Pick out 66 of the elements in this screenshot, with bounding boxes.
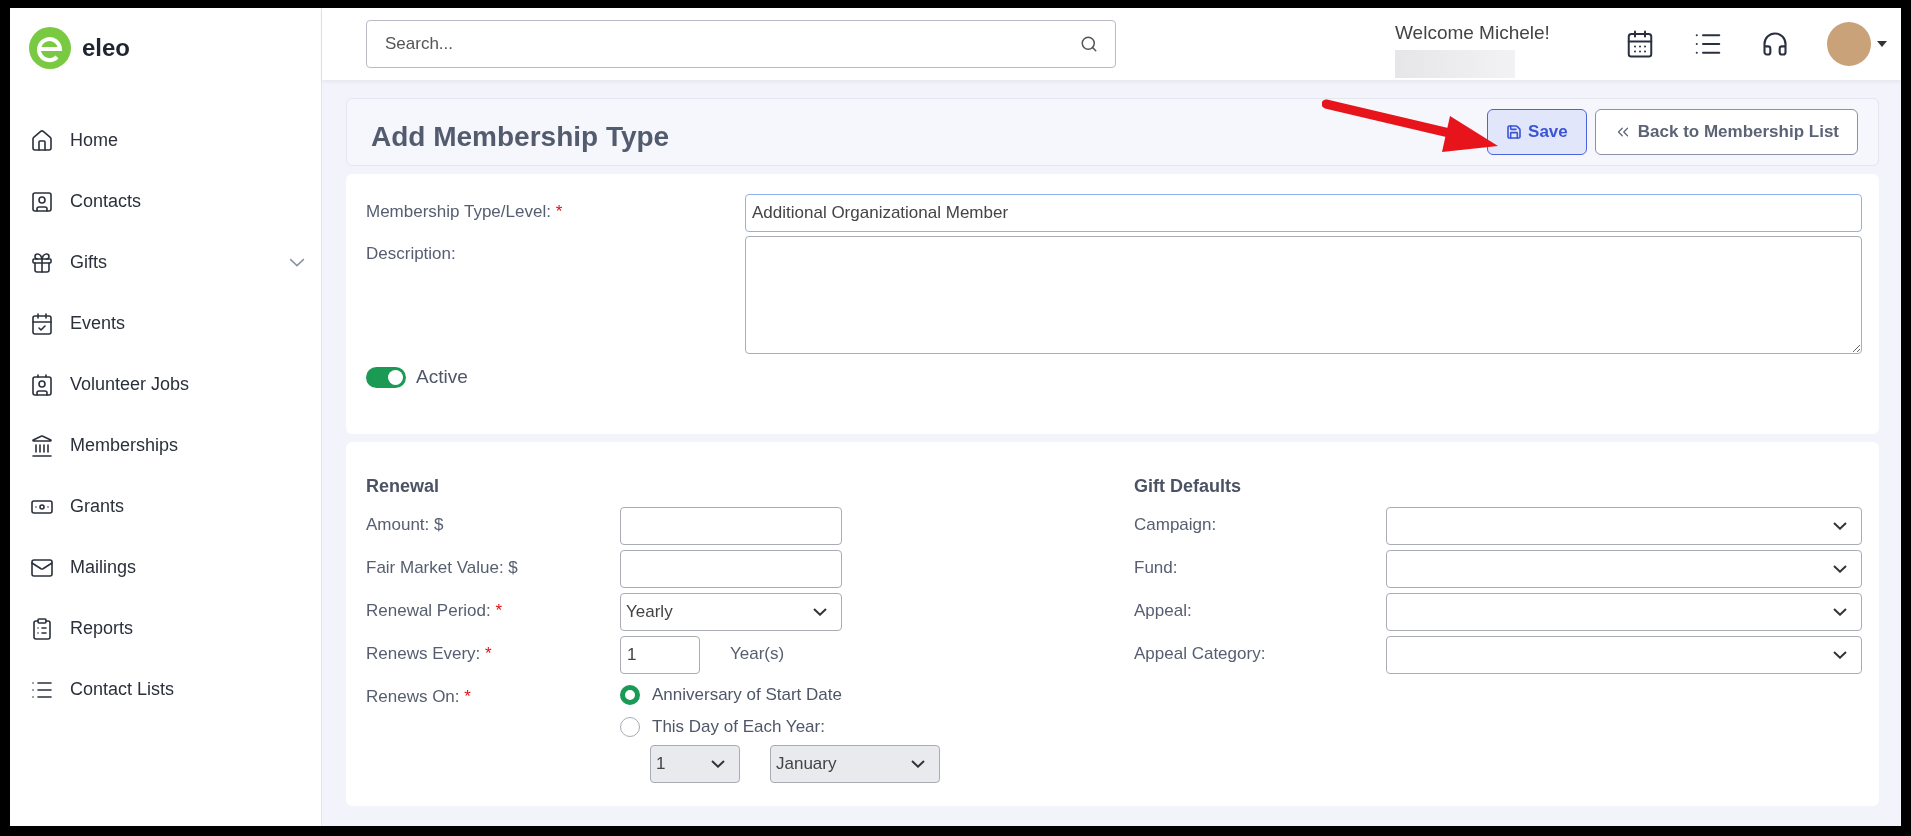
chevron-icon [813,608,827,616]
sidebar-item[interactable]: Contact Lists [10,659,321,720]
unit-label: Year(s) [730,643,785,665]
nav-icon [30,433,54,458]
chevron-icon [1833,565,1847,573]
select-field[interactable] [1386,636,1862,674]
logo-icon [28,26,72,70]
nav-icon [30,128,54,153]
select-field[interactable] [1386,550,1862,588]
text-field[interactable] [620,550,842,588]
welcome-text: Welcome Michele! [1395,22,1551,44]
number-field[interactable]: 1 [620,636,700,674]
chevron-icon [1833,522,1847,530]
sidebar-item[interactable]: Home [10,110,321,171]
headset-icon[interactable] [1761,30,1789,58]
nav-icon [30,372,54,397]
field-label: Fair Market Value: $ [366,557,519,578]
chevron-icon [711,760,725,768]
text-field[interactable] [620,507,842,545]
sidebar-item[interactable]: Grants [10,476,321,537]
select-field[interactable]: Yearly [620,593,842,631]
field-label: Renewal Period: * [366,600,504,621]
sidebar-item[interactable]: Memberships [10,415,321,476]
search-field[interactable]: Search... [366,20,1116,68]
sidebar-item[interactable]: Gifts [10,232,321,293]
search-icon [1080,35,1098,53]
sidebar-item[interactable]: Mailings [10,537,321,598]
avatar-circle [1827,22,1871,66]
nav-icon [30,311,54,336]
brand-name: eleo [82,34,131,62]
sidebar-item[interactable]: Volunteer Jobs [10,354,321,415]
sidebar-item[interactable]: Contacts [10,171,321,232]
field-label: Campaign: [1134,514,1218,535]
select-field[interactable] [1386,507,1862,545]
field-label: Appeal: [1134,600,1193,621]
chevron-icon [1833,651,1847,659]
section-title: Renewal [366,476,441,497]
radio-option[interactable]: This Day of Each Year: [620,711,1094,743]
select-field[interactable] [1386,593,1862,631]
field-label: Membership Type/Level: * [366,201,564,222]
save-button[interactable]: Save [1487,109,1587,155]
nav-icon [30,189,54,214]
back-button[interactable]: Back to Membership List [1594,109,1858,155]
field-label: Description: [366,243,457,264]
calendar-icon[interactable] [1625,29,1655,59]
sidebar-item[interactable]: Events [10,293,321,354]
radio-button[interactable] [620,685,640,705]
field-label: Renews On: * [366,686,472,707]
avatar-menu[interactable] [1827,22,1887,66]
chevron-icon [1833,608,1847,616]
caret-icon [1877,41,1887,47]
field-label: Renews Every: * [366,643,493,664]
field-label: Fund: [1134,557,1179,578]
sidebar-item[interactable]: Reports [10,598,321,659]
page-title: Add Membership Type [371,121,671,153]
nav-icon [30,616,54,641]
nav-icon [30,250,54,275]
toggle-label: Active [416,366,468,388]
field-label: Amount: $ [366,514,445,535]
radio-option[interactable]: Anniversary of Start Date [620,679,1094,711]
field-label: Appeal Category: [1134,643,1267,664]
text-field[interactable]: Additional Organizational Member [745,194,1862,232]
chevron-icon [911,760,925,768]
radio-button[interactable] [620,717,640,737]
toggle-switch[interactable] [366,366,406,388]
section-title: Gift Defaults [1134,476,1242,497]
